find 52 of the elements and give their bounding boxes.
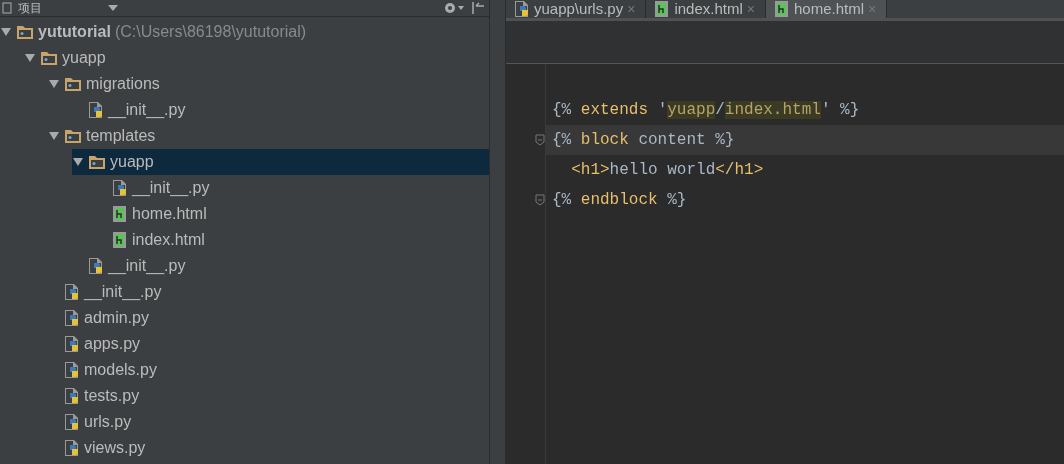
hide-panel-icon[interactable] <box>471 1 485 15</box>
tree-item[interactable]: templates <box>48 123 489 149</box>
folder-icon <box>64 128 82 144</box>
tree-item[interactable]: yuapp <box>24 45 489 71</box>
tree-item[interactable]: __init__.py <box>96 175 489 201</box>
python-file-icon <box>64 309 80 327</box>
dropdown-caret-icon[interactable] <box>108 4 118 12</box>
python-file-icon <box>64 361 80 379</box>
project-icon <box>2 2 12 14</box>
folder-icon <box>40 50 58 66</box>
code-line: {% extends 'yuapp/index.html' %} <box>551 100 861 121</box>
expand-arrow-icon[interactable] <box>48 78 60 90</box>
html-file-icon <box>773 0 790 18</box>
expand-arrow-icon[interactable] <box>24 52 36 64</box>
folder-icon <box>64 76 82 92</box>
python-file-icon <box>88 257 104 275</box>
tree-item[interactable]: __init__.py <box>72 253 489 279</box>
settings-icon[interactable] <box>443 1 465 15</box>
html-file-icon <box>654 0 671 18</box>
editor-tab[interactable]: home.html × <box>765 0 888 18</box>
tree-item[interactable]: admin.py <box>48 305 489 331</box>
tree-item[interactable]: __init__.py <box>48 279 489 305</box>
fold-marker-icon[interactable] <box>535 194 545 206</box>
code-line: <h1>hello world</h1> <box>570 160 765 181</box>
tree-item[interactable]: index.html <box>96 227 489 253</box>
tree-item[interactable]: home.html <box>96 201 489 227</box>
tree-item[interactable]: apps.py <box>48 331 489 357</box>
python-file-icon <box>64 413 80 431</box>
expand-arrow-icon[interactable] <box>48 130 60 142</box>
python-file-icon <box>64 335 80 353</box>
tree-item[interactable]: __init__.py <box>72 97 489 123</box>
html-file-icon <box>112 205 128 223</box>
folder-icon <box>88 154 106 170</box>
python-file-icon <box>64 439 80 457</box>
expand-arrow-icon[interactable] <box>0 26 12 38</box>
tree-item[interactable]: yututorial (C:\Users\86198\yututorial) <box>0 19 489 45</box>
tree-item[interactable]: views.py <box>48 435 489 461</box>
tree-item[interactable]: tests.py <box>48 383 489 409</box>
python-file-icon <box>112 179 128 197</box>
expand-arrow-icon[interactable] <box>72 156 84 168</box>
python-file-icon <box>88 101 104 119</box>
panel-title[interactable]: 项目 <box>18 1 42 15</box>
tree-item[interactable]: migrations <box>48 71 489 97</box>
code-line: {% endblock %} <box>551 190 688 211</box>
html-file-icon <box>112 231 128 249</box>
fold-marker-icon[interactable] <box>535 134 545 146</box>
folder-icon <box>16 24 34 40</box>
tree-item[interactable]: yuapp <box>72 149 489 175</box>
python-file-icon <box>64 283 80 301</box>
python-file-icon <box>64 387 80 405</box>
tree-item[interactable]: urls.py <box>48 409 489 435</box>
tree-item[interactable]: models.py <box>48 357 489 383</box>
